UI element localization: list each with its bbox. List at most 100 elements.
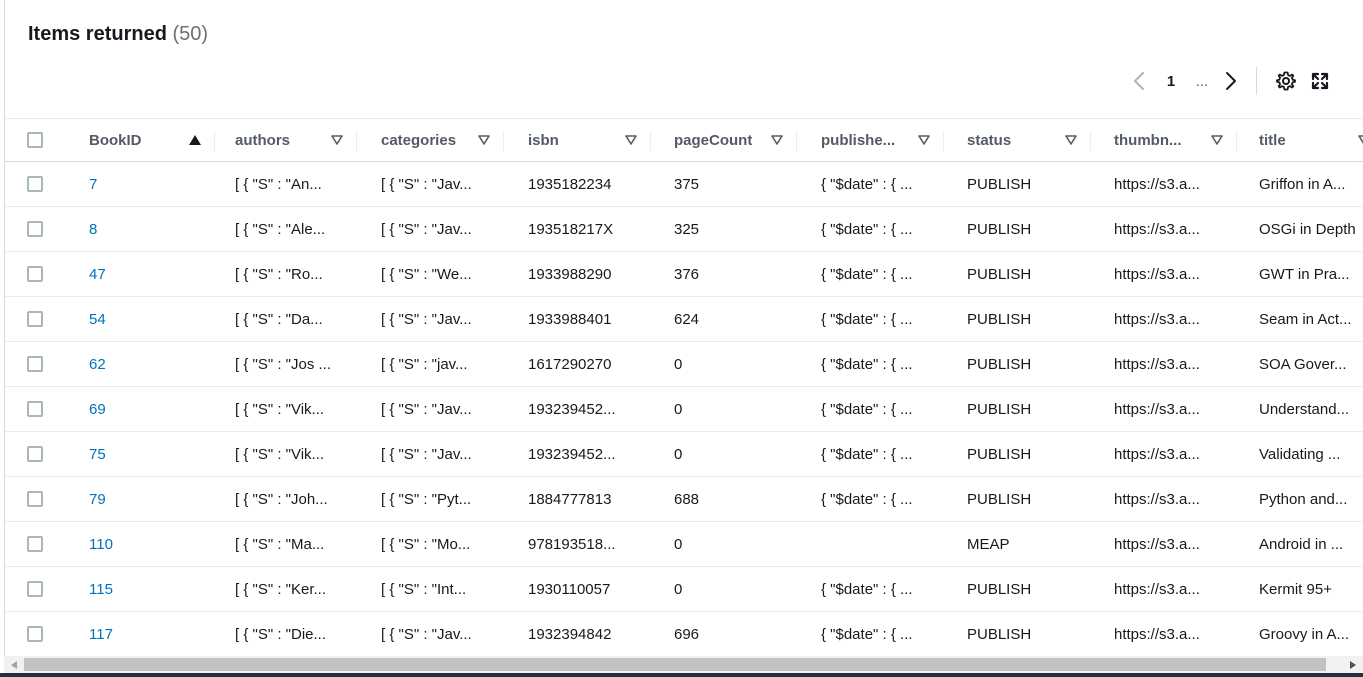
column-divider[interactable] [214, 131, 215, 151]
column-header-label: authors [235, 131, 291, 149]
column-header-isbn[interactable]: isbn [528, 119, 651, 161]
row-checkbox[interactable] [27, 221, 43, 237]
cell-text: [ { "S" : "Vik... [235, 400, 325, 418]
cell-text: 0 [674, 445, 683, 463]
column-header-thumbnail[interactable]: thumbn... [1114, 119, 1237, 161]
bookid-link[interactable]: 115 [89, 581, 113, 598]
cell-categories: [ { "S" : "jav... [381, 342, 501, 386]
row-checkbox[interactable] [27, 626, 43, 642]
bookid-link[interactable]: 79 [89, 491, 106, 508]
cell-pagecount: 0 [674, 567, 794, 611]
cell-text: { "$date" : { ... [821, 310, 913, 328]
table-row[interactable]: 110 [ { "S" : "Ma... [ { "S" : "Mo... 97… [5, 522, 1363, 567]
bookid-link[interactable]: 110 [89, 536, 113, 553]
table-row[interactable]: 115 [ { "S" : "Ker... [ { "S" : "Int... … [5, 567, 1363, 612]
cell-status: MEAP [967, 522, 1087, 566]
cell-categories: [ { "S" : "Jav... [381, 612, 501, 656]
cell-pagecount: 0 [674, 342, 794, 386]
row-checkbox[interactable] [27, 401, 43, 417]
cell-title: GWT in Pra... [1259, 252, 1363, 296]
row-checkbox[interactable] [27, 176, 43, 192]
table-row[interactable]: 62 [ { "S" : "Jos ... [ { "S" : "jav... … [5, 342, 1363, 387]
table-row[interactable]: 75 [ { "S" : "Vik... [ { "S" : "Jav... 1… [5, 432, 1363, 477]
filter-icon[interactable] [625, 135, 637, 145]
filter-icon[interactable] [478, 135, 490, 145]
row-checkbox[interactable] [27, 356, 43, 372]
next-page-button[interactable] [1216, 66, 1246, 96]
filter-icon[interactable] [331, 135, 343, 145]
column-header-authors[interactable]: authors [235, 119, 357, 161]
sort-ascending-icon[interactable] [189, 135, 201, 145]
bookid-link[interactable]: 75 [89, 446, 106, 463]
column-header-title[interactable]: title [1259, 119, 1363, 161]
bookid-link[interactable]: 117 [89, 626, 113, 643]
cell-isbn: 1617290270 [528, 342, 648, 386]
filter-icon[interactable] [1211, 135, 1223, 145]
cell-text: [ { "S" : "Jav... [381, 175, 472, 193]
page-number-1[interactable]: 1 [1154, 66, 1188, 96]
row-checkbox[interactable] [27, 311, 43, 327]
row-checkbox[interactable] [27, 581, 43, 597]
cell-thumbnail: https://s3.a... [1114, 387, 1234, 431]
column-divider[interactable] [503, 131, 504, 151]
column-header-bookid[interactable]: BookID [89, 119, 215, 161]
column-divider[interactable] [356, 131, 357, 151]
cell-bookid: 75 [89, 432, 211, 476]
row-checkbox[interactable] [27, 536, 43, 552]
cell-text: [ { "S" : "An... [235, 175, 322, 193]
cell-isbn: 1884777813 [528, 477, 648, 521]
cell-publisheddate: { "$date" : { ... [821, 342, 941, 386]
column-divider[interactable] [1090, 131, 1091, 151]
cell-authors: [ { "S" : "Vik... [235, 387, 355, 431]
bookid-link[interactable]: 7 [89, 176, 97, 193]
horizontal-scrollbar[interactable] [4, 656, 1363, 673]
results-title-text: Items returned [28, 23, 167, 45]
cell-title: OSGi in Depth [1259, 207, 1363, 251]
filter-icon[interactable] [1065, 135, 1077, 145]
bookid-link[interactable]: 8 [89, 221, 97, 238]
column-divider[interactable] [796, 131, 797, 151]
column-divider[interactable] [650, 131, 651, 151]
bookid-link[interactable]: 62 [89, 356, 106, 373]
column-header-categories[interactable]: categories [381, 119, 504, 161]
cell-status: PUBLISH [967, 297, 1087, 341]
cell-text: GWT in Pra... [1259, 265, 1350, 283]
cell-thumbnail: https://s3.a... [1114, 342, 1234, 386]
bookid-link[interactable]: 69 [89, 401, 106, 418]
scroll-right-button[interactable] [1347, 659, 1359, 671]
column-header-pagecount[interactable]: pageCount [674, 119, 797, 161]
row-select-cell [27, 477, 51, 521]
scroll-left-button[interactable] [8, 659, 20, 671]
cell-isbn: 193239452... [528, 432, 648, 476]
cell-text: https://s3.a... [1114, 400, 1200, 418]
filter-icon[interactable] [918, 135, 930, 145]
cell-text: { "$date" : { ... [821, 490, 913, 508]
row-checkbox[interactable] [27, 491, 43, 507]
fullscreen-button[interactable] [1303, 66, 1337, 96]
bookid-link[interactable]: 47 [89, 266, 106, 283]
row-checkbox[interactable] [27, 446, 43, 462]
preferences-button[interactable] [1269, 66, 1303, 96]
table-row[interactable]: 117 [ { "S" : "Die... [ { "S" : "Jav... … [5, 612, 1363, 657]
table-row[interactable]: 54 [ { "S" : "Da... [ { "S" : "Jav... 19… [5, 297, 1363, 342]
table-row[interactable]: 7 [ { "S" : "An... [ { "S" : "Jav... 193… [5, 162, 1363, 207]
table-row[interactable]: 79 [ { "S" : "Joh... [ { "S" : "Pyt... 1… [5, 477, 1363, 522]
table-row[interactable]: 8 [ { "S" : "Ale... [ { "S" : "Jav... 19… [5, 207, 1363, 252]
filter-icon[interactable] [771, 135, 783, 145]
table-row[interactable]: 69 [ { "S" : "Vik... [ { "S" : "Jav... 1… [5, 387, 1363, 432]
select-all-checkbox[interactable] [27, 132, 43, 148]
column-divider[interactable] [1236, 131, 1237, 151]
scrollbar-thumb[interactable] [24, 658, 1326, 671]
table-row[interactable]: 47 [ { "S" : "Ro... [ { "S" : "We... 193… [5, 252, 1363, 297]
column-header-status[interactable]: status [967, 119, 1091, 161]
filter-icon[interactable] [1358, 135, 1363, 145]
column-header-publisheddate[interactable]: publishe... [821, 119, 944, 161]
cell-isbn: 193239452... [528, 387, 648, 431]
cell-text: 1935182234 [528, 175, 612, 193]
page-ellipsis: ... [1195, 72, 1209, 90]
row-select-cell [27, 342, 51, 386]
bookid-link[interactable]: 54 [89, 311, 106, 328]
row-checkbox[interactable] [27, 266, 43, 282]
column-divider[interactable] [943, 131, 944, 151]
prev-page-button[interactable] [1124, 66, 1154, 96]
